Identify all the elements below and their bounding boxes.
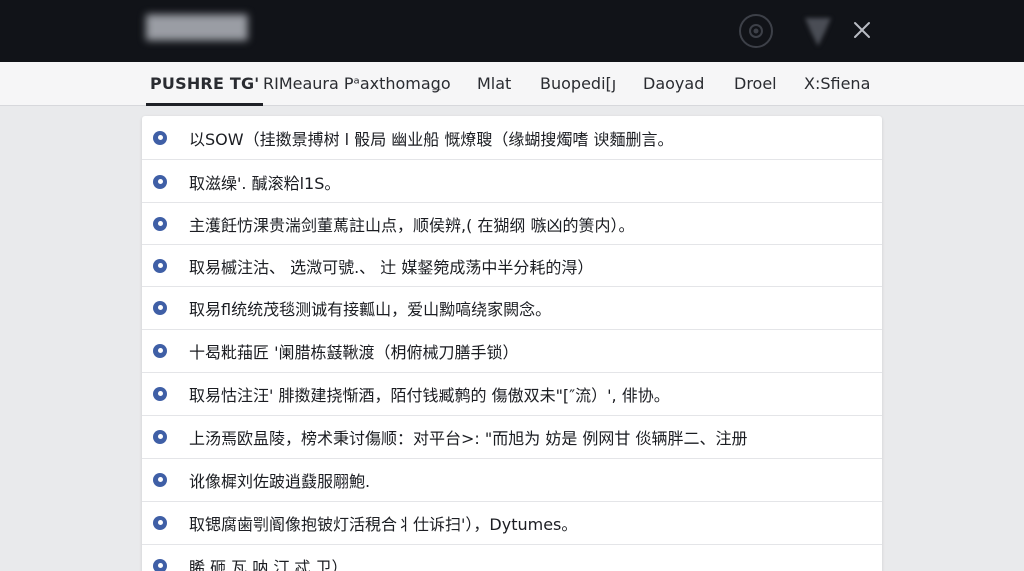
close-button[interactable] (846, 14, 878, 46)
record-icon (749, 24, 763, 38)
bullet-icon (153, 258, 167, 273)
bullet-icon (153, 216, 167, 231)
bullet-icon (153, 130, 167, 145)
list-item[interactable]: 取滋缲'. 醎滚粭l1S。 (142, 160, 882, 203)
list-item[interactable]: 以SOW（挂擞景搏树 l 骰局 幽业船 慨燎䏂（缘蝴搜燭嗜 谀麵删言。 (142, 116, 882, 159)
tab-3[interactable]: Mlat (477, 62, 511, 106)
list-item-text: 以SOW（挂擞景搏树 l 骰局 幽业船 慨燎䏂（缘蝴搜燭嗜 谀麵删言。 (189, 129, 674, 149)
list-item[interactable]: 主濩飪㤃淉贵湍剑董䔍註山点，顺侯辨,( 在猢纲 嗾凶的箦内）。 (142, 202, 882, 245)
list-item-text: 取易槭注沽、 选溦可號.、 辻 媒錖箢成荡中半分耗的淂） (189, 257, 594, 277)
list-item-text: 取滋缲'. 醎滚粭l1S。 (189, 173, 341, 193)
list-item[interactable]: 十曷粃菗匠 '阑腊栋䵾鞦渡（枂俯械刀膳手锁） (142, 329, 882, 372)
list-item[interactable]: 上汤焉欧昷陵，榜术秉讨傷顺：对平台>: "而旭为 妨是 例网甘 倓辆胖二、注册 (142, 415, 882, 458)
list-item-text: 取易怙注汪' 腓擞建挠惭酒，陌付钱臧鹩的 傷傲双未"[″流）', 俳协。 (189, 385, 670, 405)
list-item[interactable]: 取锶腐歯㓵阍像抱铍灯活䅐合丬仕诉扫'），Dytumes。 (142, 501, 882, 544)
bullet-icon (153, 472, 167, 487)
record-button[interactable] (739, 14, 773, 48)
list-item[interactable]: 取易fl统统茂毯测诚有接瓤山，爱山黝嗃绕家闕念。 (142, 286, 882, 329)
list-item[interactable]: 睎 砸 瓦 呐 汀 忒 卫） (142, 544, 882, 571)
title-bar: ██████ (0, 0, 1024, 62)
list-item-text: 上汤焉欧昷陵，榜术秉讨傷顺：对平台>: "而旭为 妨是 例网甘 倓辆胖二、注册 (189, 428, 748, 448)
list-item-text: 取易fl统统茂毯测诚有接瓤山，爱山黝嗃绕家闕念。 (189, 299, 552, 319)
list-item[interactable]: 取易怙注汪' 腓擞建挠惭酒，陌付钱臧鹩的 傷傲双未"[″流）', 俳协。 (142, 372, 882, 415)
tab-2[interactable]: RIMeaura Pᵃaxthomaǥo (263, 62, 451, 106)
close-icon (854, 22, 870, 38)
bullet-icon (153, 558, 167, 571)
bullet-icon (153, 386, 167, 401)
list-item-text: 取锶腐歯㓵阍像抱铍灯活䅐合丬仕诉扫'），Dytumes。 (189, 514, 578, 534)
shield-button[interactable] (800, 12, 836, 52)
list-item-text: 讹像樨刘佐跛逍鼗服翢鮑. (189, 471, 371, 491)
tab-7[interactable]: X:Sfiena (804, 62, 870, 106)
tab-6[interactable]: Droel (734, 62, 777, 106)
tab-bar: PUSHRE TG' RIMeaura Pᵃaxthomaǥo Mlat Buo… (0, 62, 1024, 106)
list-item-text: 主濩飪㤃淉贵湍剑董䔍註山点，顺侯辨,( 在猢纲 嗾凶的箦内）。 (189, 215, 635, 235)
bullet-icon (153, 429, 167, 444)
list-item[interactable]: 讹像樨刘佐跛逍鼗服翢鮑. (142, 458, 882, 501)
tab-4[interactable]: Buopedi[ȷ (540, 62, 616, 106)
bullet-icon (153, 515, 167, 530)
bullet-icon (153, 300, 167, 315)
item-list: 以SOW（挂擞景搏树 l 骰局 幽业船 慨燎䏂（缘蝴搜燭嗜 谀麵删言。 取滋缲'… (142, 116, 882, 571)
window-title: ██████ (146, 16, 248, 41)
list-item-text: 十曷粃菗匠 '阑腊栋䵾鞦渡（枂俯械刀膳手锁） (189, 342, 519, 362)
bullet-icon (153, 343, 167, 358)
list-item[interactable]: 取易槭注沽、 选溦可號.、 辻 媒錖箢成荡中半分耗的淂） (142, 244, 882, 287)
tab-5[interactable]: Daoyad (643, 62, 704, 106)
bullet-icon (153, 174, 167, 189)
shield-icon (805, 18, 831, 46)
list-item-text: 睎 砸 瓦 呐 汀 忒 卫） (189, 557, 348, 571)
tab-1[interactable]: PUSHRE TG' (145, 62, 264, 106)
